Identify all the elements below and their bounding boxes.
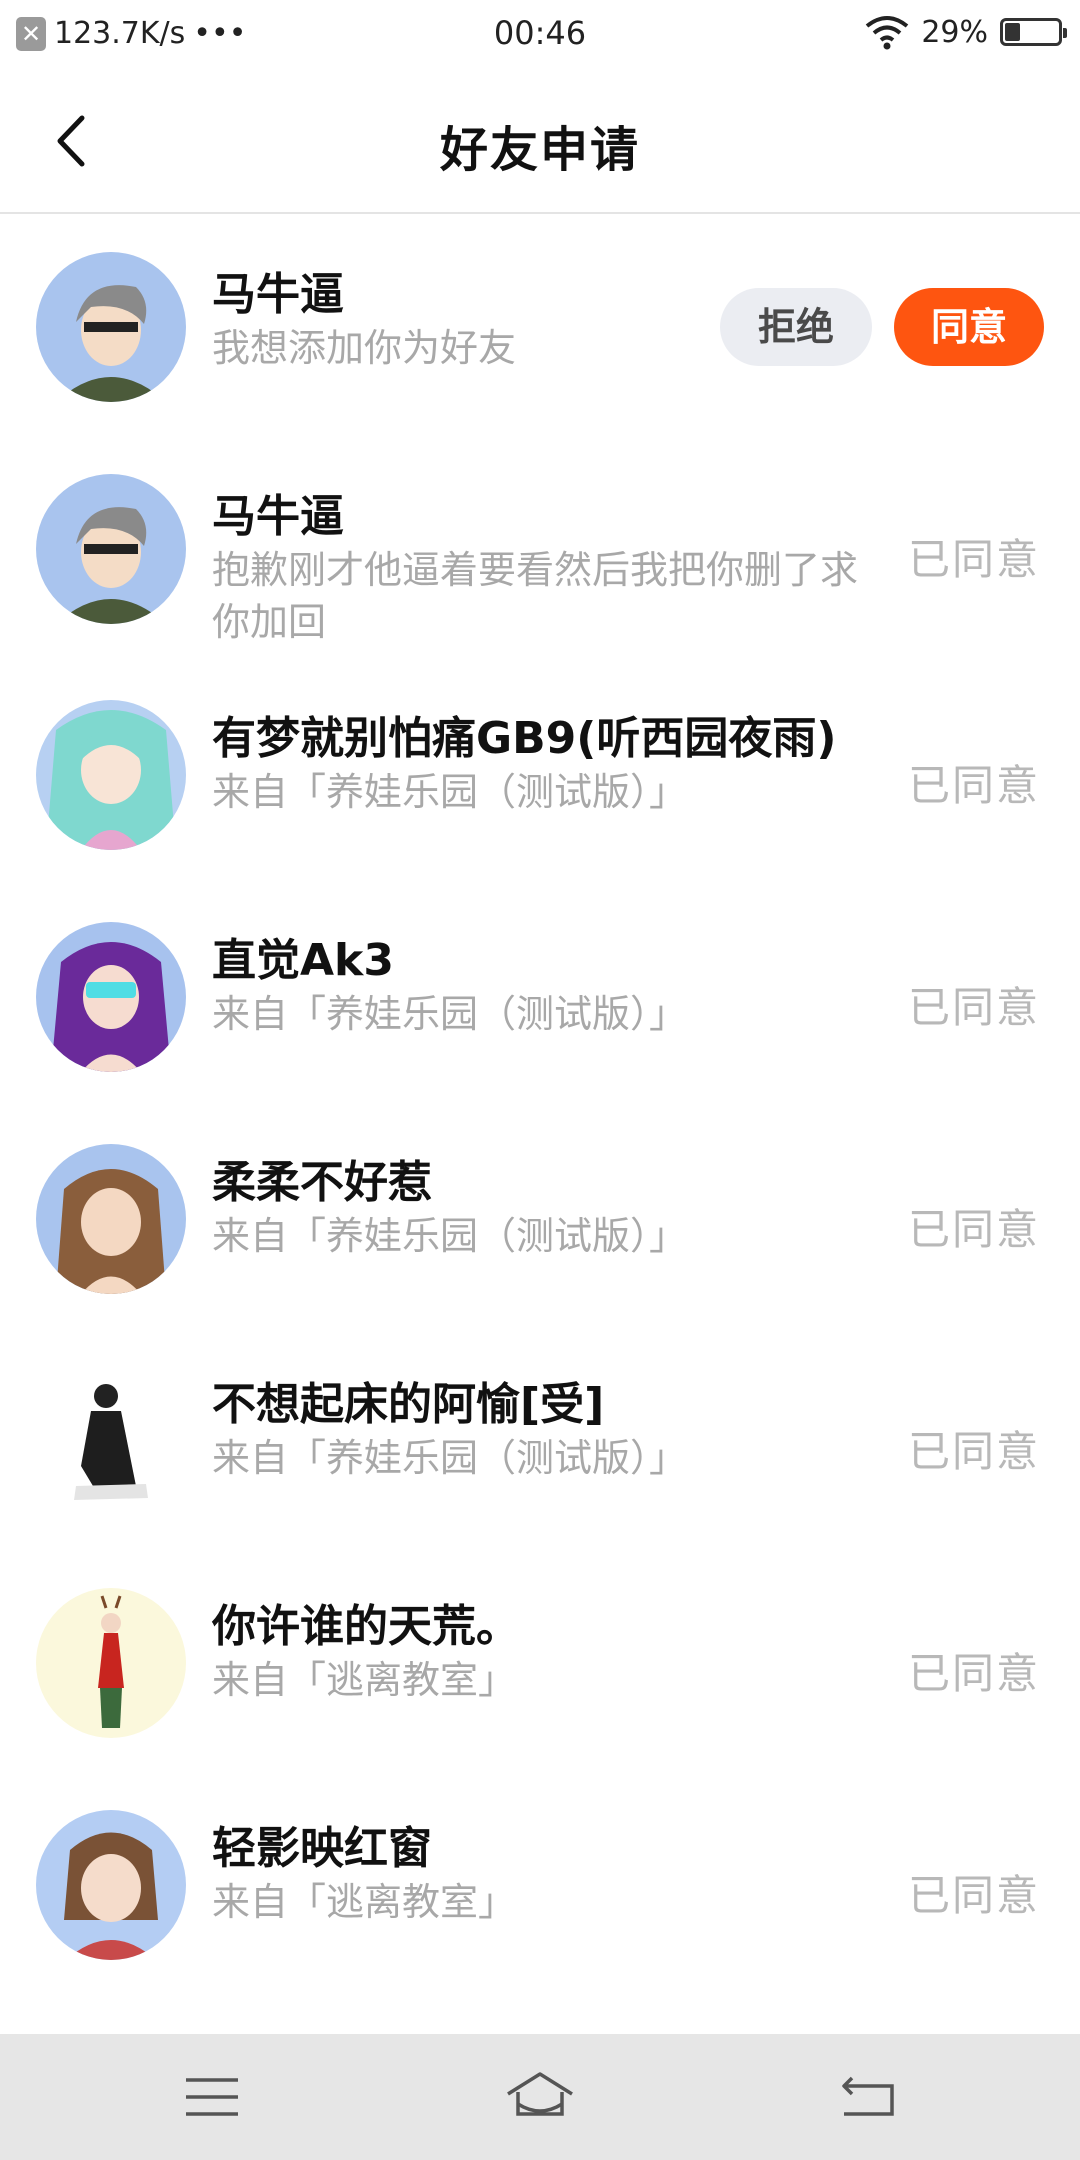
request-status: 已同意 [907,983,1040,1032]
request-status: 已同意 [907,1205,1040,1254]
requester-name: 不想起床的阿愉[受] [212,1379,605,1430]
battery-percent: 29% [921,14,988,50]
requester-name: 有梦就别怕痛GB9(听西园夜雨) [212,713,837,764]
status-bar: ✕ 123.7K/s ••• 00:46 29% [0,0,1080,68]
status-right: 29% [865,14,1067,50]
home-icon [507,2072,573,2116]
avatar-image [36,474,186,624]
request-status: 已同意 [907,1427,1040,1476]
menu-icon [186,2078,238,2116]
friend-request-row: 马牛逼 我想添加你为好友 拒绝 同意 [0,214,1080,436]
request-info: 直觉Ak3 来自「养娃乐园（测试版）」 [212,934,892,1040]
home-button[interactable] [500,2064,580,2130]
request-message: 来自「逃离教室」 [212,1658,517,1702]
back-arrow-icon [842,2076,894,2116]
requester-name: 你许谁的天荒。 [212,1601,520,1652]
request-status: 已同意 [907,1871,1040,1920]
requester-name: 直觉Ak3 [212,935,394,986]
request-message: 来自「养娃乐园（测试版）」 [212,1214,688,1258]
avatar[interactable] [36,1810,186,1960]
system-nav-bar [0,2034,1080,2160]
avatar[interactable] [36,700,186,850]
friend-request-row: 你许谁的天荒。 来自「逃离教室」 已同意 [0,1588,1080,1810]
request-message: 来自「养娃乐园（测试版）」 [212,992,688,1036]
requester-name: 柔柔不好惹 [212,1157,432,1208]
request-message: 来自「养娃乐园（测试版）」 [212,770,688,814]
avatar-image [36,700,186,850]
request-message: 来自「养娃乐园（测试版）」 [212,1436,688,1480]
avatar[interactable] [36,1588,186,1738]
avatar[interactable] [36,1144,186,1294]
friend-request-row: 有梦就别怕痛GB9(听西园夜雨) 来自「养娃乐园（测试版）」 已同意 [0,700,1080,922]
request-info: 有梦就别怕痛GB9(听西园夜雨) 来自「养娃乐园（测试版）」 [212,712,892,818]
request-info: 马牛逼 我想添加你为好友 [212,268,692,374]
avatar-image [36,1366,186,1516]
app-header: 好友申请 [0,68,1080,214]
menu-button[interactable] [172,2064,252,2130]
requester-name: 轻影映红窗 [212,1823,432,1874]
request-info: 不想起床的阿愉[受] 来自「养娃乐园（测试版）」 [212,1378,892,1484]
avatar-image [36,922,186,1072]
request-status: 已同意 [907,761,1040,810]
avatar[interactable] [36,252,186,402]
request-message: 抱歉刚才他逼着要看然后我把你删了求你加回 [212,548,859,644]
friend-request-row: 轻影映红窗 来自「逃离教室」 已同意 [0,1810,1080,2032]
requester-name: 马牛逼 [212,269,344,320]
request-message: 我想添加你为好友 [212,326,517,370]
request-info: 你许谁的天荒。 来自「逃离教室」 [212,1600,892,1706]
avatar-image [36,1810,186,1960]
wifi-icon [866,16,909,50]
avatar-image [36,252,186,402]
battery-icon [1000,18,1067,46]
requester-name: 马牛逼 [212,491,344,542]
friend-request-row: 马牛逼 抱歉刚才他逼着要看然后我把你删了求你加回 已同意 [0,436,1080,658]
avatar[interactable] [36,1366,186,1516]
avatar[interactable] [36,922,186,1072]
avatar-image [36,1588,186,1738]
avatar-image [36,1144,186,1294]
request-info: 柔柔不好惹 来自「养娃乐园（测试版）」 [212,1156,892,1262]
nav-back-button[interactable] [828,2064,908,2130]
reject-button[interactable]: 拒绝 [720,288,872,366]
page-title: 好友申请 [439,122,640,178]
friend-request-row: 不想起床的阿愉[受] 来自「养娃乐园（测试版）」 已同意 [0,1366,1080,1588]
battery-fill [1005,23,1021,41]
request-status: 已同意 [907,535,1040,584]
friend-request-row: 直觉Ak3 来自「养娃乐园（测试版）」 已同意 [0,922,1080,1144]
request-info: 马牛逼 抱歉刚才他逼着要看然后我把你删了求你加回 [212,490,892,648]
request-info: 轻影映红窗 来自「逃离教室」 [212,1822,892,1928]
accept-button[interactable]: 同意 [894,288,1044,366]
request-message: 来自「逃离教室」 [212,1880,517,1924]
request-status: 已同意 [907,1649,1040,1698]
friend-request-row: 柔柔不好惹 来自「养娃乐园（测试版）」 已同意 [0,1144,1080,1366]
avatar[interactable] [36,474,186,624]
